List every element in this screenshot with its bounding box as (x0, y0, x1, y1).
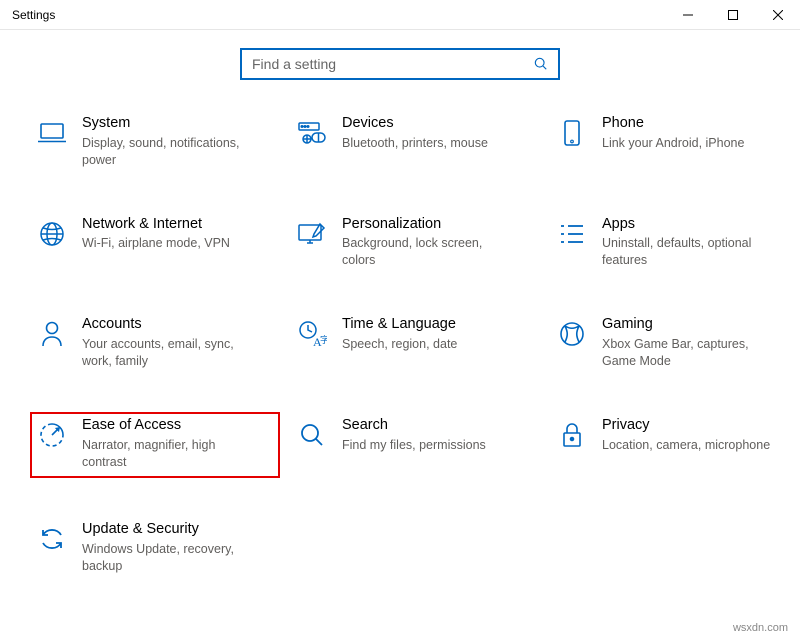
tile-subtitle: Narrator, magnifier, high contrast (82, 437, 252, 471)
tile-gaming[interactable]: Gaming Xbox Game Bar, captures, Game Mod… (550, 311, 800, 374)
title-bar: Settings (0, 0, 800, 30)
tile-subtitle: Location, camera, microphone (602, 437, 770, 454)
tile-title: Ease of Access (82, 416, 252, 435)
maximize-button[interactable] (710, 0, 755, 30)
tile-time-language[interactable]: A字 Time & Language Speech, region, date (290, 311, 540, 374)
tile-search[interactable]: Search Find my files, permissions (290, 412, 540, 478)
search-icon (534, 57, 548, 71)
watermark: wsxdn.com (733, 622, 788, 634)
tile-title: Personalization (342, 215, 512, 234)
ease-of-access-icon (32, 416, 72, 454)
person-icon (32, 315, 72, 353)
sync-icon (32, 520, 72, 558)
paint-icon (292, 215, 332, 253)
tile-ease-of-access[interactable]: Ease of Access Narrator, magnifier, high… (30, 412, 280, 478)
tile-system[interactable]: System Display, sound, notifications, po… (30, 110, 280, 173)
tile-privacy[interactable]: Privacy Location, camera, microphone (550, 412, 800, 478)
tile-subtitle: Uninstall, defaults, optional features (602, 235, 772, 269)
tile-title: Update & Security (82, 520, 252, 539)
time-language-icon: A字 (292, 315, 332, 353)
tile-title: Accounts (82, 315, 252, 334)
tile-subtitle: Link your Android, iPhone (602, 135, 744, 152)
phone-icon (552, 114, 592, 152)
tile-apps[interactable]: Apps Uninstall, defaults, optional featu… (550, 211, 800, 274)
tile-subtitle: Display, sound, notifications, power (82, 135, 252, 169)
lock-icon (552, 416, 592, 454)
magnifier-icon (292, 416, 332, 454)
tile-title: System (82, 114, 252, 133)
tile-subtitle: Windows Update, recovery, backup (82, 541, 252, 575)
tile-title: Devices (342, 114, 488, 133)
tile-subtitle: Wi-Fi, airplane mode, VPN (82, 235, 230, 252)
search-input[interactable] (252, 56, 534, 72)
tile-title: Privacy (602, 416, 770, 435)
svg-text:字: 字 (320, 334, 327, 345)
devices-icon (292, 114, 332, 152)
tile-network[interactable]: Network & Internet Wi-Fi, airplane mode,… (30, 211, 280, 274)
minimize-button[interactable] (665, 0, 710, 30)
settings-grid: System Display, sound, notifications, po… (0, 110, 800, 578)
close-button[interactable] (755, 0, 800, 30)
tile-accounts[interactable]: Accounts Your accounts, email, sync, wor… (30, 311, 280, 374)
tile-title: Search (342, 416, 486, 435)
search-box[interactable] (240, 48, 560, 80)
tile-title: Gaming (602, 315, 772, 334)
tile-title: Network & Internet (82, 215, 230, 234)
tile-subtitle: Xbox Game Bar, captures, Game Mode (602, 336, 772, 370)
apps-list-icon (552, 215, 592, 253)
window-title: Settings (0, 8, 665, 22)
laptop-icon (32, 114, 72, 152)
globe-icon (32, 215, 72, 253)
tile-devices[interactable]: Devices Bluetooth, printers, mouse (290, 110, 540, 173)
tile-subtitle: Find my files, permissions (342, 437, 486, 454)
tile-title: Time & Language (342, 315, 457, 334)
tile-subtitle: Your accounts, email, sync, work, family (82, 336, 252, 370)
tile-subtitle: Background, lock screen, colors (342, 235, 512, 269)
gaming-icon (552, 315, 592, 353)
search-area (0, 48, 800, 80)
tile-phone[interactable]: Phone Link your Android, iPhone (550, 110, 800, 173)
tile-title: Apps (602, 215, 772, 234)
tile-personalization[interactable]: Personalization Background, lock screen,… (290, 211, 540, 274)
tile-update-security[interactable]: Update & Security Windows Update, recove… (30, 516, 280, 579)
tile-subtitle: Speech, region, date (342, 336, 457, 353)
tile-title: Phone (602, 114, 744, 133)
tile-subtitle: Bluetooth, printers, mouse (342, 135, 488, 152)
